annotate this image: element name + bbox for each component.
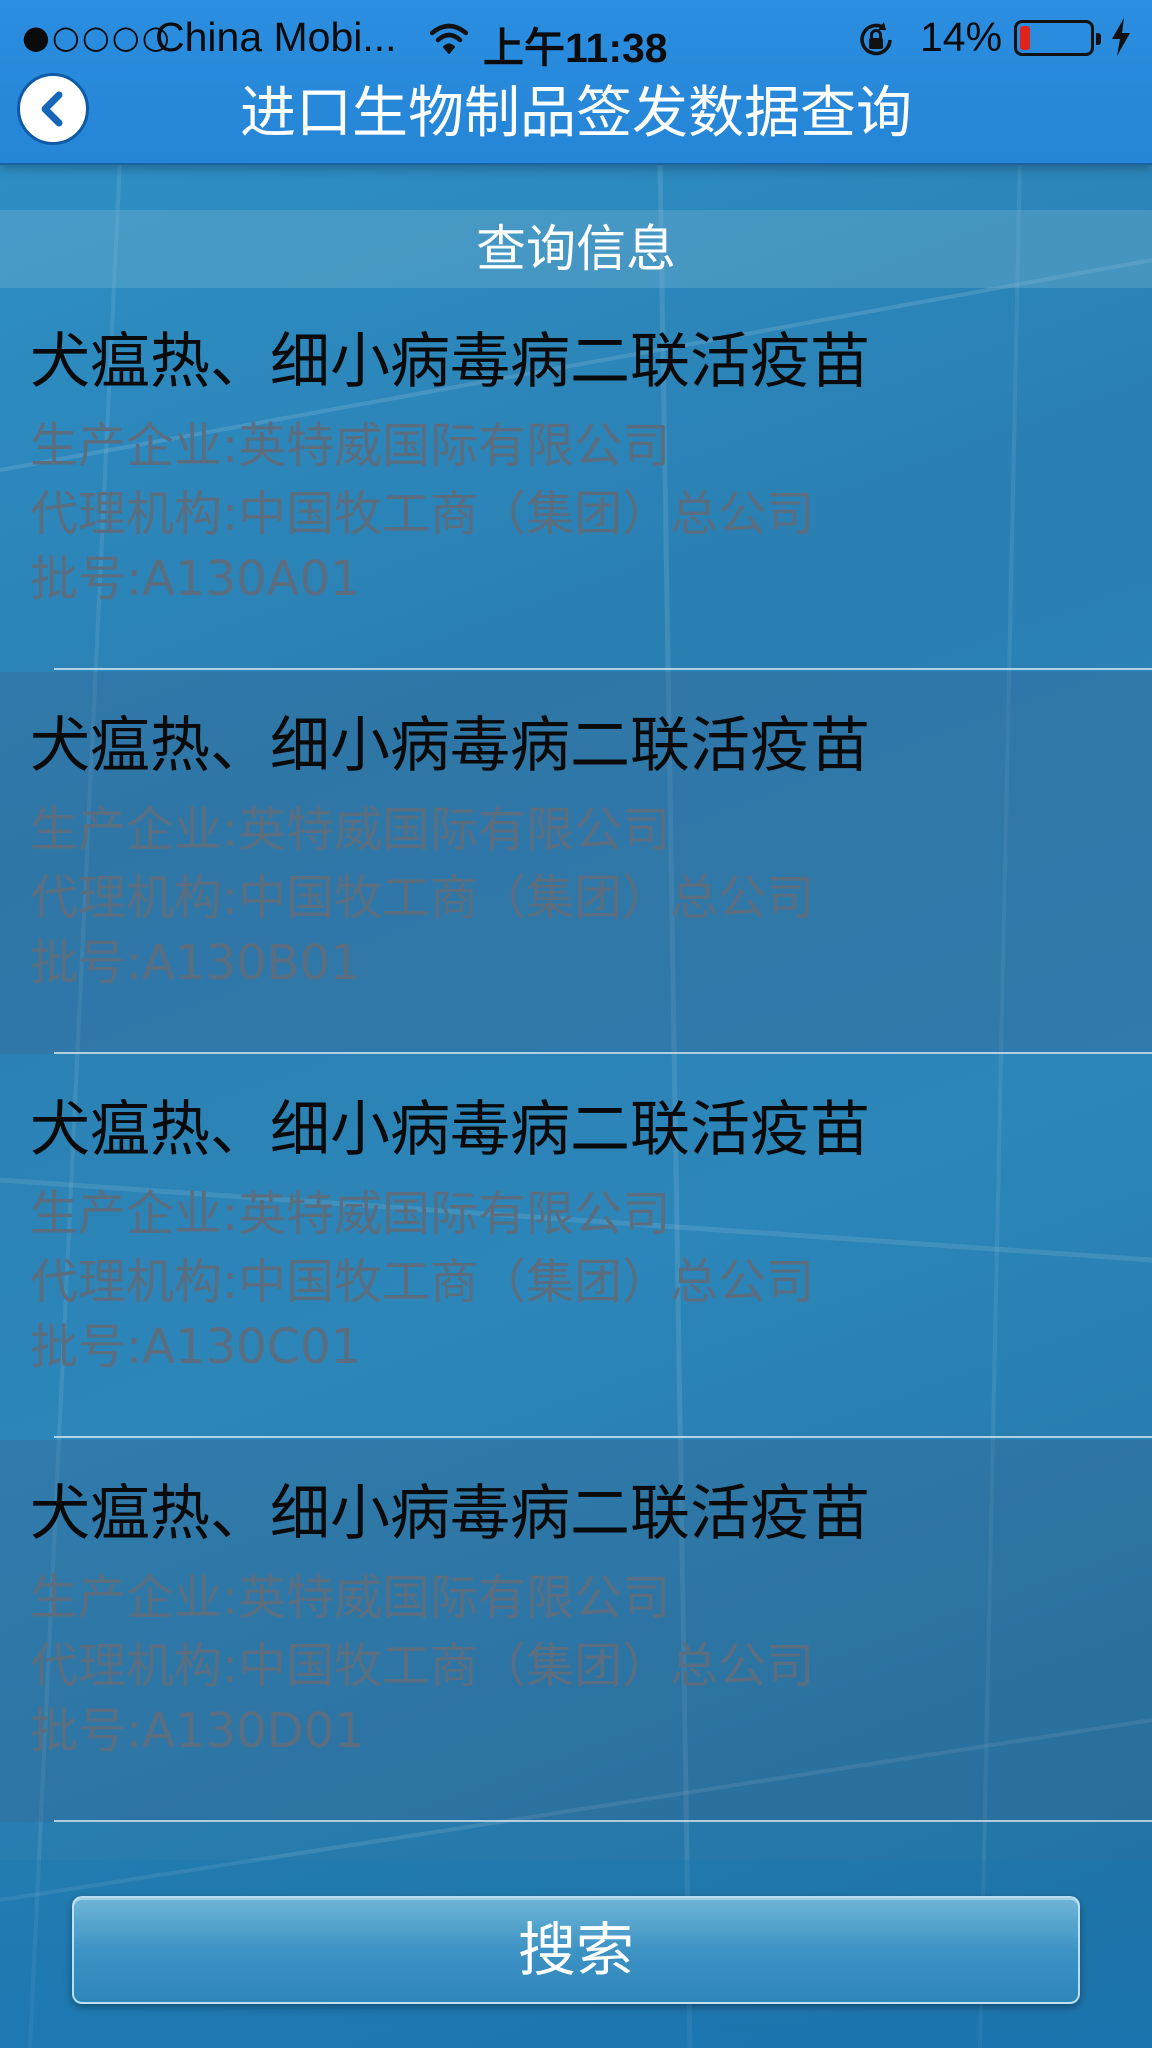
manufacturer-text: 生产企业:英特威国际有限公司 [30,1186,671,1242]
battery-icon [1014,20,1101,56]
page-title: 进口生物制品签发数据查询 [240,81,912,146]
status-bar: ●○○○○ China Mobi... 上午11:38 14% [0,0,1152,80]
product-name: 犬瘟热、细小病毒病二联活疫苗 [30,327,870,397]
orientation-lock-icon [856,20,896,70]
result-item[interactable]: 犬瘟热、细小病毒病二联活疫苗 生产企业:英特威国际有限公司 代理机构:中国牧工商… [0,288,1152,670]
agency-text: 代理机构:中国牧工商（集团）总公司 [30,870,815,926]
batch-number: 批号:A130A01 [30,551,361,607]
carrier-name: China Mobi... [155,14,397,60]
row-divider [54,1820,1152,1822]
manufacturer-text: 生产企业:英特威国际有限公司 [30,1570,671,1626]
app-header: ●○○○○ China Mobi... 上午11:38 14% 进口生物制品签发… [0,0,1152,165]
result-item[interactable]: 犬瘟热、细小病毒病二联活疫苗 生产企业:英特威国际有限公司 代理机构:中国牧工商… [0,1440,1152,1822]
batch-number: 批号:A130D01 [30,1703,365,1759]
row-divider [54,1436,1152,1438]
product-name: 犬瘟热、细小病毒病二联活疫苗 [30,1479,870,1549]
row-divider [54,1052,1152,1054]
battery-percentage: 14% [920,14,1003,60]
result-item[interactable]: 犬瘟热、细小病毒病二联活疫苗 生产企业:英特威国际有限公司 代理机构:中国牧工商… [0,1056,1152,1438]
agency-text: 代理机构:中国牧工商（集团）总公司 [30,486,815,542]
result-item[interactable]: 犬瘟热、细小病毒病二联活疫苗 生产企业:英特威国际有限公司 代理机构:中国牧工商… [0,672,1152,1054]
row-divider [54,668,1152,670]
signal-strength: ●○○○○ [22,18,172,56]
battery-level-fill [1020,26,1030,50]
manufacturer-text: 生产企业:英特威国际有限公司 [30,418,671,474]
batch-number: 批号:A130C01 [30,1319,362,1375]
manufacturer-text: 生产企业:英特威国际有限公司 [30,802,671,858]
battery-nub [1096,33,1101,45]
charging-bolt-icon [1110,18,1132,66]
batch-number: 批号:A130B01 [30,935,361,991]
agency-text: 代理机构:中国牧工商（集团）总公司 [30,1254,815,1310]
agency-text: 代理机构:中国牧工商（集团）总公司 [30,1638,815,1694]
product-name: 犬瘟热、细小病毒病二联活疫苗 [30,711,870,781]
section-header: 查询信息 [0,210,1152,288]
clock-time: 上午11:38 [483,25,668,71]
product-name: 犬瘟热、细小病毒病二联活疫苗 [30,1095,870,1165]
search-button[interactable]: 搜索 [72,1896,1080,2004]
wifi-icon [429,20,469,66]
